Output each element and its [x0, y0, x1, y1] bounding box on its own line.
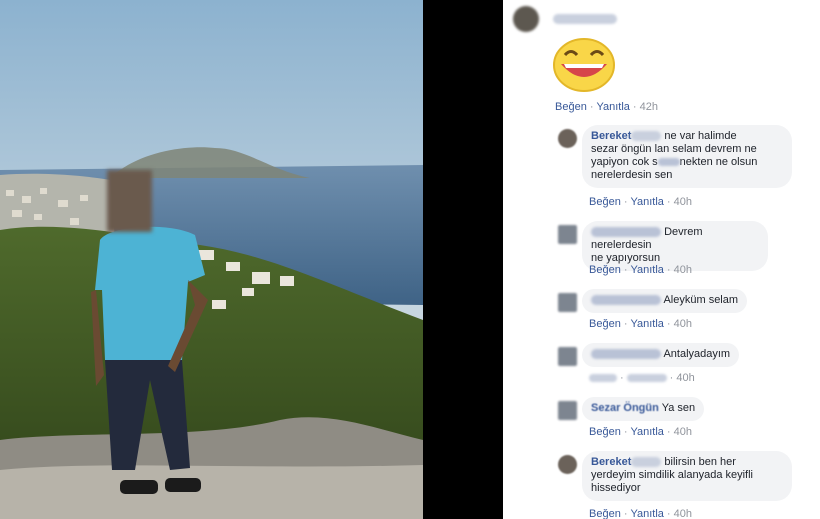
comment-actions: · · 40h: [589, 372, 695, 384]
avatar[interactable]: [558, 347, 577, 366]
comments-panel: Beğen · Yanıtla · 42h Bereket ne var halimde…: [503, 0, 820, 519]
comment-author[interactable]: Sezar Öngün: [591, 402, 659, 414]
comment-bubble: Bereket ne var halimde sezar öngün lan s…: [582, 125, 792, 188]
comment-text-line: yapiyon cok s: [591, 156, 658, 168]
comment-timestamp[interactable]: 42h: [640, 101, 658, 113]
facebook-photo-viewer: Beğen · Yanıtla · 42h Bereket ne var halimde…: [0, 0, 820, 519]
laughing-face-sticker: [553, 38, 615, 92]
reply-comment: Devrem nerelerdesin ne yapıyorsun Beğen ·…: [558, 221, 818, 281]
comment-bubble: Bereket bilirsin ben her yerdeyim simdil…: [582, 451, 792, 501]
reply-comment: Bereket bilirsin ben her yerdeyim simdil…: [558, 451, 818, 519]
like-link[interactable]: Beğen: [589, 196, 621, 208]
blurred-author-name[interactable]: [591, 349, 661, 360]
comment-timestamp[interactable]: 40h: [674, 508, 692, 519]
comment-bubble: Aleyküm selam: [582, 289, 748, 313]
comment-actions: Beğen · Yanıtla · 40h: [589, 264, 692, 276]
reply-link[interactable]: Yanıtla: [596, 101, 629, 113]
comment-text-line: Ya sen: [661, 402, 696, 414]
comment-timestamp[interactable]: 40h: [674, 318, 692, 330]
comment-text-line: bilirsin ben her: [664, 456, 736, 468]
comment-actions: Beğen · Yanıtla · 42h: [555, 101, 658, 113]
avatar[interactable]: [513, 6, 539, 32]
avatar[interactable]: [558, 293, 577, 312]
like-link[interactable]: Beğen: [589, 264, 621, 276]
comment-timestamp[interactable]: 40h: [674, 264, 692, 276]
reply-comment: Aleyküm selam Beğen · Yanıtla · 40h: [558, 289, 818, 334]
reply-link[interactable]: Yanıtla: [630, 196, 663, 208]
avatar[interactable]: [558, 401, 577, 420]
avatar[interactable]: [558, 455, 577, 474]
like-link[interactable]: Beğen: [589, 426, 621, 438]
like-link[interactable]: Beğen: [555, 101, 587, 113]
blurred-reply-link[interactable]: [626, 374, 667, 383]
comment-timestamp[interactable]: 40h: [674, 196, 692, 208]
reply-link[interactable]: Yanıtla: [630, 508, 663, 519]
comment-bubble: Antalyadayım: [582, 343, 740, 367]
reply-link[interactable]: Yanıtla: [630, 264, 663, 276]
comment-bubble: Sezar Öngün Ya sen: [582, 397, 705, 421]
avatar[interactable]: [558, 129, 577, 148]
blurred-author-name[interactable]: [591, 227, 661, 238]
comment-text-line: ne var halimde: [664, 130, 737, 142]
comment-actions: Beğen · Yanıtla · 40h: [589, 196, 692, 208]
blurred-author-name[interactable]: [553, 14, 617, 24]
comment-text-line: yerdeyim simdilik alanyada keyifli: [591, 469, 754, 481]
comment-author[interactable]: Bereket: [591, 130, 631, 142]
blurred-author-name: [631, 131, 662, 142]
viewer-divider: [423, 0, 503, 519]
reply-comment: Sezar Öngün Ya sen Beğen · Yanıtla · 40h: [558, 397, 818, 442]
comment-author[interactable]: Bereket: [591, 456, 631, 468]
comment-text-line: Aleyküm selam: [663, 294, 739, 306]
like-link[interactable]: Beğen: [589, 508, 621, 519]
comment-actions: Beğen · Yanıtla · 40h: [589, 318, 692, 330]
comment-text-line: sezar öngün lan selam devrem ne: [591, 143, 757, 155]
reply-comment: Bereket ne var halimde sezar öngün lan s…: [558, 125, 818, 210]
like-link[interactable]: Beğen: [589, 318, 621, 330]
reply-comment: Antalyadayım · · 40h: [558, 343, 818, 388]
comment-timestamp[interactable]: 40h: [676, 372, 694, 384]
comment-text-line: nerelerdesin sen: [591, 169, 673, 181]
blurred-author-name: [631, 457, 662, 468]
photo-scene: [0, 0, 423, 519]
blurred-word: [657, 158, 680, 167]
blurred-like-link[interactable]: [589, 374, 617, 383]
blurred-author-name[interactable]: [591, 295, 661, 306]
comment-text-line: Antalyadayım: [663, 348, 731, 360]
avatar[interactable]: [558, 225, 577, 244]
comment-actions: Beğen · Yanıtla · 40h: [589, 426, 692, 438]
reply-link[interactable]: Yanıtla: [630, 318, 663, 330]
photo[interactable]: [0, 0, 423, 519]
comment-actions: Beğen · Yanıtla · 40h: [589, 508, 692, 519]
comment-text-line: hissediyor: [591, 482, 641, 494]
reply-link[interactable]: Yanıtla: [630, 426, 663, 438]
comment-text-line: nekten ne olsun: [679, 156, 758, 168]
comment-timestamp[interactable]: 40h: [674, 426, 692, 438]
